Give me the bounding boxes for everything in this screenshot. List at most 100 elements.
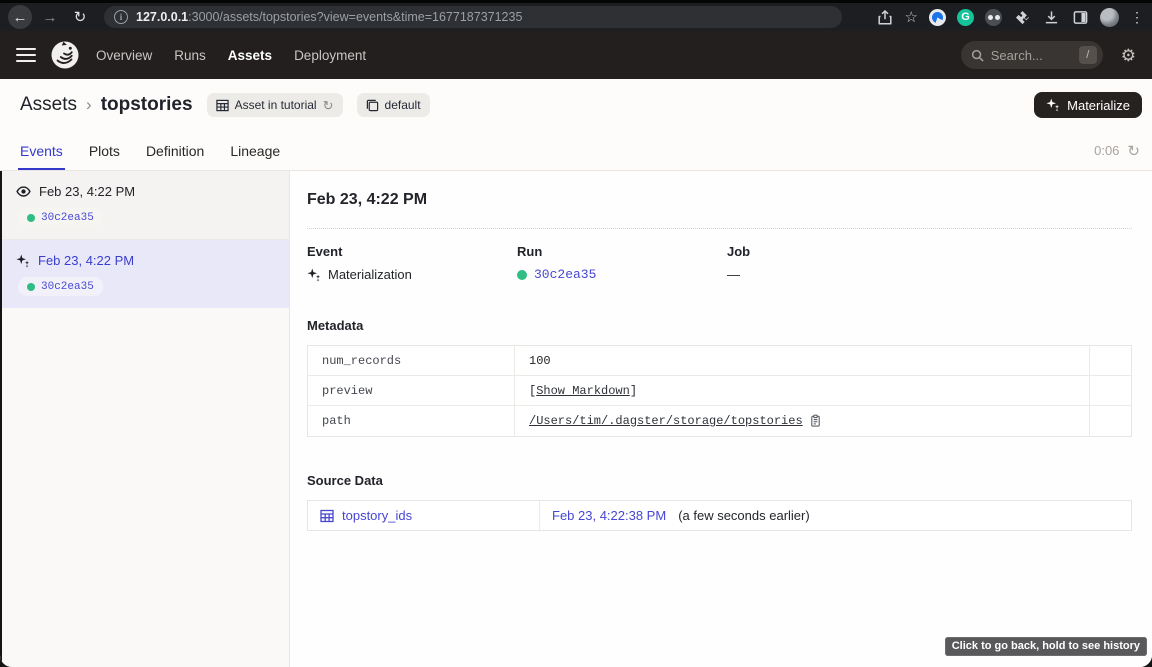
extension-grammarly-icon[interactable]: G <box>957 9 974 26</box>
search-placeholder: Search... <box>991 48 1079 63</box>
auto-refresh-timer[interactable]: 0:06 ↻ <box>1094 142 1140 160</box>
bookmark-star-icon[interactable]: ☆ <box>905 8 918 26</box>
nav-item-assets[interactable]: Assets <box>228 48 272 63</box>
table-grid-icon <box>216 99 229 112</box>
table-row: path /Users/tim/.dagster/storage/topstor… <box>308 406 1131 436</box>
run-id-link[interactable]: 30c2ea35 <box>534 267 596 282</box>
address-bar[interactable]: i 127.0.0.1:3000/assets/topstories?view=… <box>104 6 842 28</box>
back-button-tooltip: Click to go back, hold to see history <box>945 637 1147 656</box>
eye-icon <box>16 184 31 199</box>
nav-item-overview[interactable]: Overview <box>96 48 152 63</box>
bracket-open: [ <box>529 384 536 398</box>
run-id-link[interactable]: 30c2ea35 <box>41 281 94 293</box>
metadata-section-title: Metadata <box>307 318 1132 333</box>
job-value: — <box>727 267 740 282</box>
share-icon[interactable] <box>876 8 894 26</box>
table-row: topstory_ids Feb 23, 4:22:38 PM (a few s… <box>308 501 1131 530</box>
downloads-icon[interactable] <box>1042 8 1060 26</box>
metadata-key: preview <box>308 376 515 405</box>
event-list-item-observation[interactable]: Feb 23, 4:22 PM 30c2ea35 <box>0 171 289 240</box>
event-list-item-materialization[interactable]: Feb 23, 4:22 PM 30c2ea35 <box>0 240 289 308</box>
event-detail-panel: Feb 23, 4:22 PM Event Materialization Ru… <box>291 171 1152 667</box>
source-timestamp-link[interactable]: Feb 23, 4:22:38 PM <box>552 508 666 523</box>
app-window: ← → ↻ i 127.0.0.1:3000/assets/topstories… <box>0 0 1152 667</box>
metadata-extra-cell <box>1090 346 1131 375</box>
window-edge <box>0 171 2 667</box>
app-navbar: Overview Runs Assets Deployment Search..… <box>0 31 1152 79</box>
run-status-dot <box>27 214 35 222</box>
show-markdown-link[interactable]: Show Markdown <box>536 384 630 398</box>
job-column-label: Job <box>727 244 937 259</box>
metadata-key: num_records <box>308 346 515 375</box>
breadcrumb-separator: › <box>86 95 92 115</box>
tab-events[interactable]: Events <box>20 131 63 170</box>
extensions-puzzle-icon[interactable] <box>1013 8 1031 26</box>
dagster-logo[interactable] <box>50 40 80 70</box>
run-id-pill[interactable]: 30c2ea35 <box>18 277 103 296</box>
table-row: num_records 100 <box>308 346 1131 376</box>
breadcrumb-assets[interactable]: Assets <box>20 94 77 116</box>
sparkle-icon <box>307 268 321 282</box>
hamburger-menu-icon[interactable] <box>16 48 36 63</box>
asset-key-label: default <box>385 98 421 112</box>
copy-clipboard-icon[interactable] <box>809 414 822 428</box>
event-type-value: Materialization <box>328 267 412 282</box>
metadata-table: num_records 100 preview [Show Markdown] … <box>307 345 1132 437</box>
table-row: preview [Show Markdown] <box>308 376 1131 406</box>
copy-stack-icon <box>366 99 379 112</box>
side-panel-icon[interactable] <box>1071 8 1089 26</box>
nav-item-runs[interactable]: Runs <box>174 48 206 63</box>
badge-refresh-icon[interactable]: ↻ <box>323 99 334 112</box>
browser-forward-button[interactable]: → <box>38 5 62 29</box>
asset-key-badge[interactable]: default <box>357 93 430 117</box>
metadata-extra-cell <box>1090 406 1131 436</box>
event-list-sidebar: Feb 23, 4:22 PM 30c2ea35 Feb 23, 4:22 PM… <box>0 171 290 667</box>
metadata-key: path <box>308 406 515 436</box>
run-status-dot <box>517 270 527 280</box>
refresh-countdown: 0:06 <box>1094 143 1119 158</box>
browser-menu-icon[interactable]: ⋮ <box>1130 9 1144 26</box>
asset-group-label: Asset in tutorial <box>235 98 317 112</box>
browser-toolbar: ← → ↻ i 127.0.0.1:3000/assets/topstories… <box>0 0 1152 31</box>
extension-goggles-icon[interactable] <box>985 9 1002 26</box>
run-id-link[interactable]: 30c2ea35 <box>41 212 94 224</box>
search-input[interactable]: Search... / <box>961 41 1103 69</box>
source-asset-link[interactable]: topstory_ids <box>342 508 412 523</box>
event-detail-title: Feb 23, 4:22 PM <box>307 191 1132 209</box>
browser-reload-button[interactable]: ↻ <box>68 5 92 29</box>
run-status-dot <box>27 283 35 291</box>
url-host: 127.0.0.1 <box>136 10 188 24</box>
run-column-label: Run <box>517 244 727 259</box>
page-header: Assets › topstories Asset in tutorial ↻ … <box>0 79 1152 131</box>
url-path: :3000/assets/topstories?view=events&time… <box>188 10 522 24</box>
metadata-value: 100 <box>529 354 551 368</box>
asset-tabs: Events Plots Definition Lineage 0:06 ↻ <box>0 131 1152 171</box>
browser-profile-avatar[interactable] <box>1100 8 1119 27</box>
refresh-icon[interactable]: ↻ <box>1127 142 1140 160</box>
site-info-icon[interactable]: i <box>114 10 128 24</box>
metadata-extra-cell <box>1090 376 1131 405</box>
search-shortcut-key: / <box>1079 46 1097 64</box>
tab-plots[interactable]: Plots <box>89 131 120 170</box>
settings-gear-icon[interactable]: ⚙ <box>1121 47 1136 64</box>
browser-back-button[interactable]: ← <box>8 5 32 29</box>
run-id-pill[interactable]: 30c2ea35 <box>18 208 103 227</box>
tab-definition[interactable]: Definition <box>146 131 204 170</box>
nav-item-deployment[interactable]: Deployment <box>294 48 366 63</box>
materialize-label: Materialize <box>1067 98 1130 113</box>
extension-clock-icon[interactable] <box>929 9 946 26</box>
search-icon <box>971 49 984 62</box>
tab-lineage[interactable]: Lineage <box>230 131 280 170</box>
source-data-table: topstory_ids Feb 23, 4:22:38 PM (a few s… <box>307 500 1132 531</box>
event-timestamp: Feb 23, 4:22 PM <box>39 184 135 199</box>
divider <box>307 228 1132 229</box>
materialize-button[interactable]: Materialize <box>1034 92 1142 118</box>
path-link[interactable]: /Users/tim/.dagster/storage/topstories <box>529 414 803 428</box>
bracket-close: ] <box>630 384 637 398</box>
asset-group-badge[interactable]: Asset in tutorial ↻ <box>207 93 343 117</box>
event-column-label: Event <box>307 244 517 259</box>
sparkle-icon <box>16 254 30 268</box>
breadcrumb-current-asset: topstories <box>101 94 193 116</box>
source-data-section-title: Source Data <box>307 473 1132 488</box>
sparkle-icon <box>1046 98 1060 112</box>
